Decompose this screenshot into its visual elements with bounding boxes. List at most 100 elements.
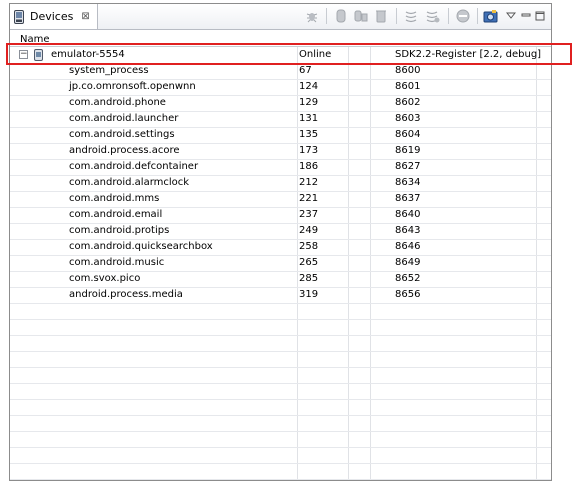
process-pid: 212 (299, 177, 319, 188)
process-pid: 319 (299, 289, 319, 300)
process-port: 8603 (395, 113, 421, 124)
process-row[interactable]: com.android.launcher 131 8603 (10, 111, 551, 128)
cause-gc-icon[interactable] (374, 9, 388, 23)
empty-row (10, 415, 551, 432)
process-port: 8604 (395, 129, 421, 140)
process-row[interactable]: android.process.acore 173 8619 (10, 143, 551, 160)
process-row[interactable]: com.android.alarmclock 212 8634 (10, 175, 551, 192)
empty-row (10, 351, 551, 368)
tab-title: Devices (30, 10, 74, 23)
empty-row (10, 431, 551, 448)
process-row[interactable]: com.svox.pico 285 8652 (10, 271, 551, 288)
process-port: 8646 (395, 241, 421, 252)
process-pid: 186 (299, 161, 319, 172)
tab-devices[interactable]: Devices ⊠ (10, 4, 98, 29)
process-name: com.android.mms (69, 193, 160, 204)
process-name: com.android.protips (69, 225, 170, 236)
device-name: emulator-5554 (51, 49, 125, 60)
toolbar-separator (477, 8, 478, 24)
process-name: com.android.settings (69, 129, 175, 140)
update-heap-icon[interactable] (334, 9, 348, 23)
device-target: SDK2.2-Register [2.2, debug] (395, 49, 542, 60)
toolbar-separator (326, 8, 327, 24)
debug-bug-icon[interactable] (305, 9, 319, 23)
process-port: 8656 (395, 289, 421, 300)
process-port: 8619 (395, 145, 421, 156)
process-port: 8600 (395, 65, 421, 76)
process-port: 8643 (395, 225, 421, 236)
process-name: com.svox.pico (69, 273, 141, 284)
device-state: Online (299, 49, 332, 60)
empty-row (10, 303, 551, 320)
tab-bar: Devices ⊠ (10, 4, 551, 30)
process-pid: 135 (299, 129, 319, 140)
process-port: 8649 (395, 257, 421, 268)
process-pid: 237 (299, 209, 319, 220)
empty-row (10, 335, 551, 352)
update-threads-icon[interactable] (404, 9, 418, 23)
close-tab-icon[interactable]: ⊠ (81, 11, 89, 22)
process-row[interactable]: com.android.mms 221 8637 (10, 191, 551, 208)
empty-row (10, 383, 551, 400)
process-name: com.android.phone (69, 97, 166, 108)
process-pid: 173 (299, 145, 319, 156)
dump-hprof-icon[interactable] (354, 9, 368, 23)
view-menu-icon[interactable] (504, 9, 518, 23)
process-name: android.process.acore (69, 145, 180, 156)
process-row[interactable]: system_process 67 8600 (10, 63, 551, 80)
process-name: jp.co.omronsoft.openwnn (69, 81, 196, 92)
process-pid: 221 (299, 193, 319, 204)
stop-process-icon[interactable] (456, 9, 470, 23)
collapse-toggle[interactable]: − (19, 50, 28, 59)
process-row[interactable]: com.android.quicksearchbox 258 8646 (10, 239, 551, 256)
device-row[interactable]: − emulator-5554 Online SDK2.2-Register [… (10, 47, 551, 64)
process-name: android.process.media (69, 289, 183, 300)
process-name: com.android.defcontainer (69, 161, 199, 172)
process-port: 8602 (395, 97, 421, 108)
process-port: 8637 (395, 193, 421, 204)
devices-view: Devices ⊠ Name − emulator-5554 Online SD… (9, 3, 552, 481)
minimize-icon[interactable] (519, 9, 533, 23)
process-row[interactable]: com.android.defcontainer 186 8627 (10, 159, 551, 176)
empty-row (10, 463, 551, 480)
process-pid: 258 (299, 241, 319, 252)
process-pid: 285 (299, 273, 319, 284)
process-pid: 67 (299, 65, 312, 76)
process-name: system_process (69, 65, 149, 76)
empty-row (10, 447, 551, 464)
process-name: com.android.launcher (69, 113, 179, 124)
process-name: com.android.quicksearchbox (69, 241, 213, 252)
process-row[interactable]: android.process.media 319 8656 (10, 287, 551, 304)
process-name: com.android.email (69, 209, 163, 220)
process-port: 8627 (395, 161, 421, 172)
process-row[interactable]: com.android.email 237 8640 (10, 207, 551, 224)
toolbar-separator (448, 8, 449, 24)
process-port: 8601 (395, 81, 421, 92)
device-tree-table: − emulator-5554 Online SDK2.2-Register [… (10, 47, 551, 480)
process-row[interactable]: com.android.phone 129 8602 (10, 95, 551, 112)
process-name: com.android.music (69, 257, 165, 268)
process-pid: 124 (299, 81, 319, 92)
process-name: com.android.alarmclock (69, 177, 190, 188)
toolbar-separator (396, 8, 397, 24)
process-pid: 249 (299, 225, 319, 236)
process-port: 8640 (395, 209, 421, 220)
process-pid: 265 (299, 257, 319, 268)
column-header-name[interactable]: Name (20, 34, 50, 45)
process-port: 8652 (395, 273, 421, 284)
process-row[interactable]: com.android.settings 135 8604 (10, 127, 551, 144)
process-row[interactable]: com.android.protips 249 8643 (10, 223, 551, 240)
process-pid: 129 (299, 97, 319, 108)
maximize-icon[interactable] (533, 9, 547, 23)
table-header: Name (10, 30, 551, 47)
process-pid: 131 (299, 113, 319, 124)
screen-capture-icon[interactable] (483, 9, 499, 23)
empty-row (10, 367, 551, 384)
process-row[interactable]: com.android.music 265 8649 (10, 255, 551, 272)
process-port: 8634 (395, 177, 421, 188)
start-method-profiling-icon[interactable] (426, 9, 440, 23)
empty-row (10, 319, 551, 336)
phone-icon (14, 9, 24, 24)
process-row[interactable]: jp.co.omronsoft.openwnn 124 8601 (10, 79, 551, 96)
device-icon (34, 49, 43, 61)
